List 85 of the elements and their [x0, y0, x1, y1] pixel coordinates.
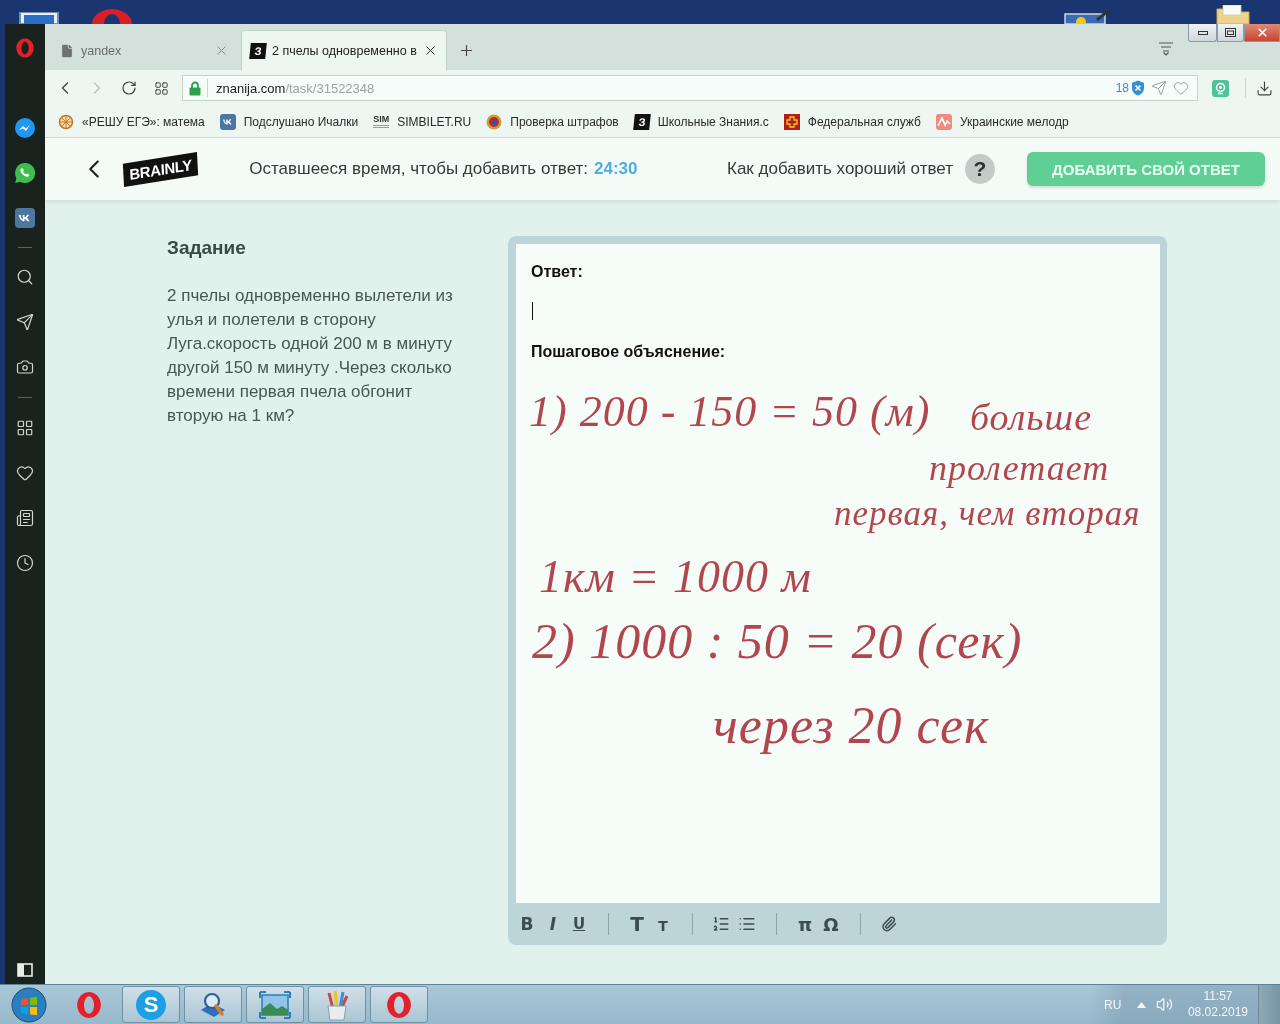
- bookmark-item[interactable]: «РЕШУ ЕГЭ»: матема: [58, 113, 205, 130]
- grid-icon[interactable]: [153, 80, 169, 96]
- handwritten-text: больше: [970, 398, 1093, 436]
- bookmark-item[interactable]: Подслушано Ичалки: [219, 113, 359, 130]
- taskbar-app-button[interactable]: [370, 986, 428, 1023]
- start-button[interactable]: [11, 986, 47, 1023]
- browser-logo-icon: [74, 989, 104, 1020]
- minimize-button[interactable]: [1188, 24, 1217, 42]
- bookmark-item[interactable]: SIM SIMBILET.RU: [373, 114, 472, 129]
- folder-icon: [1215, 5, 1251, 24]
- answer-label: Ответ:: [531, 262, 584, 282]
- explanation-label: Пошаговое объяснение:: [531, 342, 727, 362]
- clock-icon[interactable]: [16, 553, 34, 572]
- text-cursor: [532, 302, 533, 320]
- camera-icon[interactable]: [16, 357, 34, 376]
- menu-logo-icon[interactable]: [14, 37, 36, 59]
- document-icon: [59, 42, 75, 59]
- news-icon[interactable]: [16, 508, 34, 527]
- panel-toggle-icon[interactable]: [17, 963, 33, 977]
- italic-button[interactable]: I: [540, 911, 566, 937]
- url-text: znanija.com/task/31522348: [216, 80, 375, 96]
- send-icon[interactable]: [16, 312, 34, 331]
- bookmark-item[interactable]: Украинские мелодр: [935, 113, 1069, 130]
- blocked-count: 18: [1115, 81, 1129, 95]
- sun-icon: [58, 113, 74, 130]
- whatsapp-icon[interactable]: [14, 161, 36, 184]
- task-heading: Задание: [167, 236, 247, 260]
- picture-icon: [259, 990, 291, 1019]
- browser-logo-icon: [90, 8, 134, 24]
- shield-icon[interactable]: [1131, 80, 1145, 96]
- social-logo-icon[interactable]: [15, 207, 35, 228]
- bullet-list-icon: [738, 915, 756, 933]
- timer-value: 24:30: [594, 159, 638, 179]
- reload-icon[interactable]: [121, 80, 137, 96]
- bold-button[interactable]: B: [514, 911, 540, 937]
- search-icon[interactable]: [16, 267, 34, 286]
- taskbar-app-button[interactable]: [184, 986, 242, 1023]
- text-size-button[interactable]: T: [650, 911, 676, 937]
- symbol-button[interactable]: π: [792, 911, 818, 937]
- answer-editor[interactable]: Ответ: Пошаговое объяснение: 1) 200 - 150 = 50 (м) больше пролетает первая, чем вторая 1км = 1000 м 2) 1000 : 50 = 20 (сек) через 20 сек: [516, 244, 1160, 903]
- chart-icon: [935, 113, 952, 130]
- help-button[interactable]: ?: [965, 154, 995, 184]
- restore-icon: [1225, 28, 1236, 37]
- symbol-button[interactable]: Ω: [818, 911, 844, 937]
- handwritten-text: 1) 200 - 150 = 50 (м): [529, 390, 931, 434]
- help-link[interactable]: Как добавить хороший ответ: [727, 159, 953, 179]
- bookmark-item[interactable]: Проверка штрафов: [486, 113, 619, 130]
- clock-time: 11:57: [1203, 990, 1233, 1003]
- messenger-icon[interactable]: [14, 116, 36, 139]
- numbered-list-icon: [712, 915, 730, 933]
- heart-icon[interactable]: [16, 463, 34, 482]
- timer-label: Оставшееся время, чтобы добавить ответ:: [249, 159, 589, 179]
- handwritten-text: пролетает: [929, 450, 1110, 486]
- clock-date: 08.02.2019: [1187, 1006, 1248, 1019]
- handwritten-text: 1км = 1000 м: [539, 554, 812, 600]
- address-field[interactable]: znanija.com/task/31522348 18: [182, 75, 1198, 101]
- heading-button[interactable]: T: [624, 911, 650, 937]
- site-logo: SIM: [373, 115, 390, 128]
- site-logo: BRAINLY: [122, 151, 199, 187]
- site-logo: З: [249, 42, 267, 59]
- close-button[interactable]: [1244, 24, 1280, 42]
- close-icon: [1255, 26, 1269, 39]
- computer-icon: [16, 12, 60, 24]
- browser-tab[interactable]: yandex: [50, 30, 238, 70]
- chat-app-logo: S: [136, 989, 166, 1020]
- handwritten-text: через 20 сек: [713, 700, 990, 752]
- maximize-button[interactable]: [1217, 24, 1244, 42]
- download-icon[interactable]: [1256, 79, 1273, 97]
- paperclip-icon: [881, 916, 897, 932]
- minimize-icon: [1197, 30, 1208, 35]
- grid-icon[interactable]: [16, 418, 34, 437]
- browser-tab[interactable]: З 2 пчелы одновременно в: [241, 30, 447, 70]
- taskbar-app-button[interactable]: [308, 986, 366, 1023]
- browser-logo-icon: [384, 989, 414, 1020]
- site-logo: З: [632, 113, 651, 130]
- bookmark-item[interactable]: Федеральная служб: [783, 113, 921, 130]
- handwritten-text: первая, чем вторая: [834, 496, 1141, 531]
- cross-icon: [783, 113, 800, 130]
- emblem-icon: [486, 113, 503, 130]
- taskbar-app-button[interactable]: [246, 986, 304, 1023]
- underline-button[interactable]: U: [566, 911, 592, 937]
- social-logo-icon: [219, 113, 236, 130]
- lock-icon: [189, 80, 201, 96]
- bookmark-item[interactable]: З Школьные Знания.c: [633, 113, 769, 130]
- task-text: 2 пчелы одновременно вылетели из улья и полетели в сторону Луга.скорость одной 200 м в минуту другой 150 м минуту .Через сколько времени первая пчела обгонит вторую на 1 км?: [167, 285, 454, 427]
